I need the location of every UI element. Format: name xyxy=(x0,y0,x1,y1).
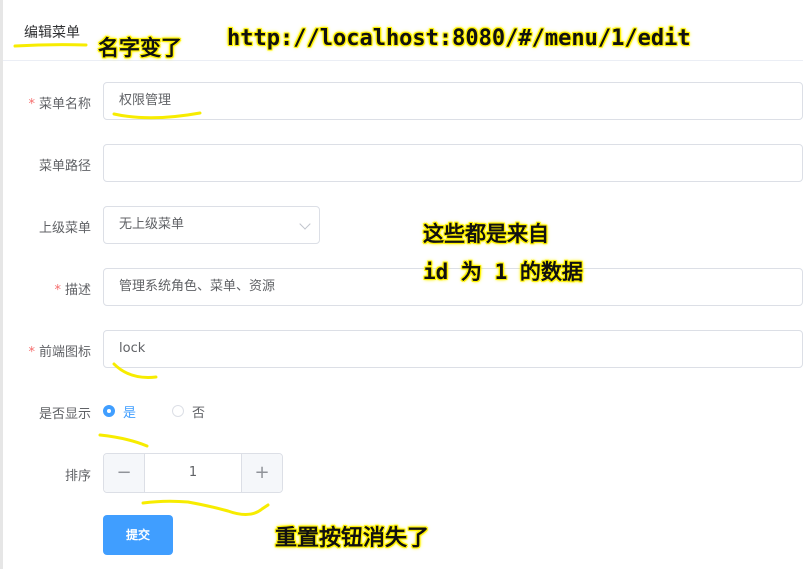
radio-underline xyxy=(98,433,149,448)
radio-no-label: 否 xyxy=(192,405,206,421)
icon-label: * 前端图标 xyxy=(28,345,91,360)
radio-visible-yes[interactable]: 是 xyxy=(103,401,136,421)
sort-stepper: − 1 + xyxy=(103,453,283,493)
left-edge-strip xyxy=(0,0,3,569)
sort-value-input[interactable]: 1 xyxy=(145,454,241,492)
annotation-name-changed: 名字变了 xyxy=(98,36,182,60)
menu-path-label: 菜单路径 xyxy=(38,159,91,174)
menu-name-input[interactable]: 权限管理 xyxy=(103,82,803,120)
menu-path-input[interactable] xyxy=(103,144,803,182)
menu-name-label: * 菜单名称 xyxy=(28,97,91,112)
radio-visible-no[interactable]: 否 xyxy=(172,401,205,421)
parent-menu-label: 上级菜单 xyxy=(38,221,91,236)
chevron-down-icon xyxy=(299,218,311,230)
submit-button[interactable]: 提交 xyxy=(103,515,173,555)
sort-label: 排序 xyxy=(64,469,91,484)
required-mark: * xyxy=(28,345,35,360)
parent-menu-select[interactable]: 无上级菜单 xyxy=(103,206,320,244)
stepper-underline xyxy=(141,499,270,516)
annotation-data-source-line2: id 为 1 的数据 xyxy=(423,260,583,284)
radio-dot xyxy=(172,405,184,417)
radio-dot xyxy=(103,405,115,417)
required-mark: * xyxy=(28,97,35,112)
increase-button[interactable]: + xyxy=(241,454,282,492)
visible-label: 是否显示 xyxy=(38,407,91,422)
annotation-data-source-line1: 这些都是来自 xyxy=(423,222,549,246)
decrease-button[interactable]: − xyxy=(104,454,145,492)
icon-input[interactable]: lock xyxy=(103,330,803,368)
annotation-reset-gone: 重置按钮消失了 xyxy=(275,526,430,551)
radio-yes-label: 是 xyxy=(123,405,137,421)
required-mark: * xyxy=(54,283,61,298)
annotation-url: http://localhost:8080/#/menu/1/edit xyxy=(227,26,691,51)
card-title: 编辑菜单 xyxy=(24,25,80,41)
parent-menu-selected-value: 无上级菜单 xyxy=(119,217,185,232)
description-label: * 描述 xyxy=(54,283,91,298)
